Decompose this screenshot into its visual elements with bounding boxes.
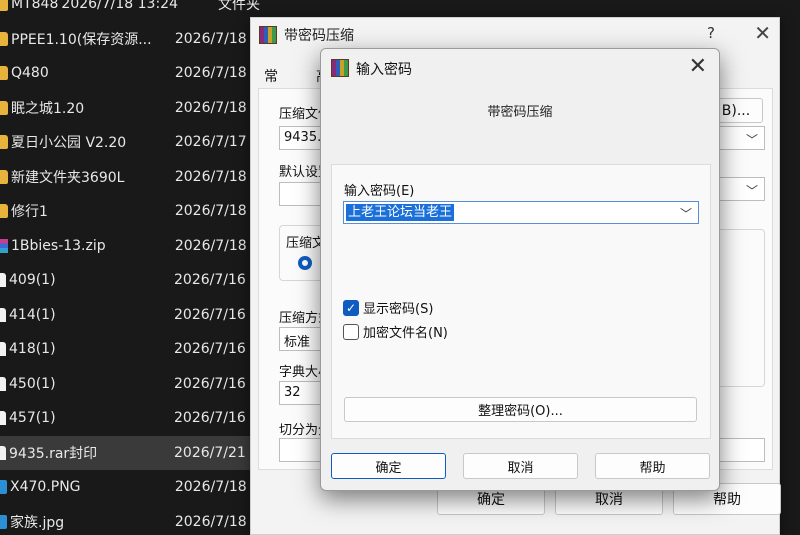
file-name: 414(1) xyxy=(9,306,56,323)
file-icon xyxy=(0,411,6,425)
file-row[interactable]: 9435.rar封印 2026/7/21 2 xyxy=(0,435,260,470)
file-date: 2026/7/18 1 xyxy=(174,513,260,530)
file-row[interactable]: 409(1) 2026/7/16 1 xyxy=(0,263,260,297)
file-date: 2026/7/18 1 xyxy=(174,203,260,219)
encrypt-names-checkbox[interactable] xyxy=(343,323,359,340)
file-row[interactable]: MT848 2026/7/18 13:24 文件夹 xyxy=(0,0,260,21)
show-password-label: 显示密码(S) xyxy=(363,302,434,317)
file-icon xyxy=(0,376,6,391)
file-name: 修行1 xyxy=(11,204,48,220)
password-input[interactable]: 上老王论坛当老王 ﹀ xyxy=(343,201,699,224)
password-dialog-close-button[interactable]: ✕ xyxy=(689,54,707,79)
file-name: MT848 xyxy=(11,0,59,12)
file-row[interactable]: PPEE1.10(保存资源... 2026/7/18 1 xyxy=(0,22,260,56)
file-row[interactable]: 眠之城1.20 2026/7/18 1 xyxy=(0,91,260,125)
folder-icon xyxy=(0,204,8,218)
file-icon xyxy=(0,273,6,287)
password-cancel-button[interactable]: 取消 xyxy=(463,453,578,479)
file-name: 450(1) xyxy=(9,375,56,392)
folder-icon xyxy=(0,66,8,80)
file-name: 457(1) xyxy=(9,410,56,426)
folder-icon xyxy=(0,0,8,11)
file-name: 家族.jpg xyxy=(10,514,65,531)
archive-dialog-title: 带密码压缩 xyxy=(284,28,354,44)
folder-icon xyxy=(0,169,8,184)
file-name: 新建文件夹3690L xyxy=(11,169,125,186)
file-row[interactable]: 修行1 2026/7/18 1 xyxy=(0,194,260,228)
file-name: Q480 xyxy=(11,65,49,81)
folder-icon xyxy=(0,100,8,115)
chevron-down-icon[interactable]: ﹀ xyxy=(680,205,692,222)
password-dialog: 输入密码 ✕ 带密码压缩 输入密码(E) 上老王论坛当老王 ﹀ ✓ 显示密码(S… xyxy=(320,48,720,491)
zip-file-icon xyxy=(0,238,8,253)
password-panel: 输入密码(E) 上老王论坛当老王 ﹀ ✓ 显示密码(S) 加密文件名(N) 整理… xyxy=(331,164,711,439)
file-date: 2026/7/16 1 xyxy=(174,306,260,323)
folder-icon xyxy=(0,31,8,46)
image-file-icon xyxy=(0,480,7,494)
file-date: 2026/7/18 1 xyxy=(174,479,260,495)
format-rar-radio[interactable] xyxy=(298,256,312,270)
file-row[interactable]: Q480 2026/7/18 1 xyxy=(0,56,260,90)
password-help-button[interactable]: 帮助 xyxy=(595,453,710,479)
file-date: 2026/7/18 1 xyxy=(174,237,260,254)
file-row[interactable]: 418(1) 2026/7/16 1 xyxy=(0,332,260,366)
organize-passwords-button[interactable]: 整理密码(O)... xyxy=(344,397,697,422)
file-row[interactable]: 450(1) 2026/7/16 2 xyxy=(0,367,260,401)
file-date: 2026/7/18 1 xyxy=(174,99,260,116)
password-dialog-titlebar[interactable]: 输入密码 ✕ xyxy=(321,49,719,87)
encrypt-names-label: 加密文件名(N) xyxy=(363,326,448,341)
file-list: MT848 2026/7/18 13:24 文件夹 PPEE1.10(保存资源... 2… xyxy=(0,0,260,535)
file-row[interactable]: 夏日小公园 V2.20 2026/7/17 1 xyxy=(0,125,260,159)
winrar-icon xyxy=(259,26,277,44)
file-date: 2026/7/21 2 xyxy=(174,444,260,461)
file-row[interactable]: 新建文件夹3690L 2026/7/18 1 xyxy=(0,160,260,194)
help-icon[interactable]: ? xyxy=(707,24,715,42)
file-date: 2026/7/16 2 xyxy=(174,410,260,426)
file-row[interactable]: X470.PNG 2026/7/18 1 xyxy=(0,470,260,504)
file-row[interactable]: 家族.jpg 2026/7/18 1 xyxy=(0,505,260,535)
file-row[interactable]: 414(1) 2026/7/16 1 xyxy=(0,298,260,332)
file-name: 眠之城1.20 xyxy=(11,100,85,117)
winrar-icon xyxy=(331,59,349,77)
encrypt-names-option[interactable]: 加密文件名(N) xyxy=(343,322,448,341)
file-date: 2026/7/16 1 xyxy=(174,341,260,357)
file-row[interactable]: 457(1) 2026/7/16 2 xyxy=(0,401,260,435)
file-date: 2026/7/16 1 xyxy=(174,272,260,288)
file-name: PPEE1.10(保存资源... xyxy=(11,31,152,48)
password-dialog-title: 输入密码 xyxy=(356,62,412,78)
chevron-down-icon: ﹀ xyxy=(745,133,758,147)
file-icon xyxy=(0,342,6,356)
file-icon xyxy=(0,445,6,460)
file-name: 9435.rar封印 xyxy=(9,445,98,462)
folder-icon xyxy=(0,135,8,149)
file-name: 418(1) xyxy=(9,341,56,357)
archive-dialog-close-button[interactable]: ✕ xyxy=(754,21,771,45)
file-name: 409(1) xyxy=(9,272,56,288)
file-name: 1Bbies-13.zip xyxy=(11,237,106,254)
tab-general[interactable]: 常规 xyxy=(254,62,288,105)
file-type: 文件夹 xyxy=(218,0,260,13)
archive-dialog-titlebar[interactable]: 带密码压缩 ? ✕ xyxy=(251,18,779,52)
show-password-checkbox[interactable]: ✓ xyxy=(343,299,359,316)
file-row[interactable]: 1Bbies-13.zip 2026/7/18 1 xyxy=(0,229,260,263)
file-date: 2026/7/18 1 xyxy=(174,65,260,81)
file-name: 夏日小公园 V2.20 xyxy=(11,135,127,151)
password-ok-button[interactable]: 确定 xyxy=(331,453,446,479)
file-date: 2026/7/16 2 xyxy=(174,375,260,392)
password-value: 上老王论坛当老王 xyxy=(346,204,455,221)
file-icon xyxy=(0,307,6,322)
file-date: 2026/7/17 1 xyxy=(174,134,260,150)
password-label: 输入密码(E) xyxy=(344,184,415,199)
chevron-down-icon: ﹀ xyxy=(745,184,758,198)
password-dialog-subtitle: 带密码压缩 xyxy=(487,105,553,120)
file-date: 2026/7/18 1 xyxy=(174,168,260,185)
file-date: 2026/7/18 1 xyxy=(174,30,260,47)
image-file-icon xyxy=(0,514,7,529)
file-date: 2026/7/18 13:24 xyxy=(61,0,178,12)
show-password-option[interactable]: ✓ 显示密码(S) xyxy=(343,298,433,317)
file-name: X470.PNG xyxy=(10,479,81,495)
